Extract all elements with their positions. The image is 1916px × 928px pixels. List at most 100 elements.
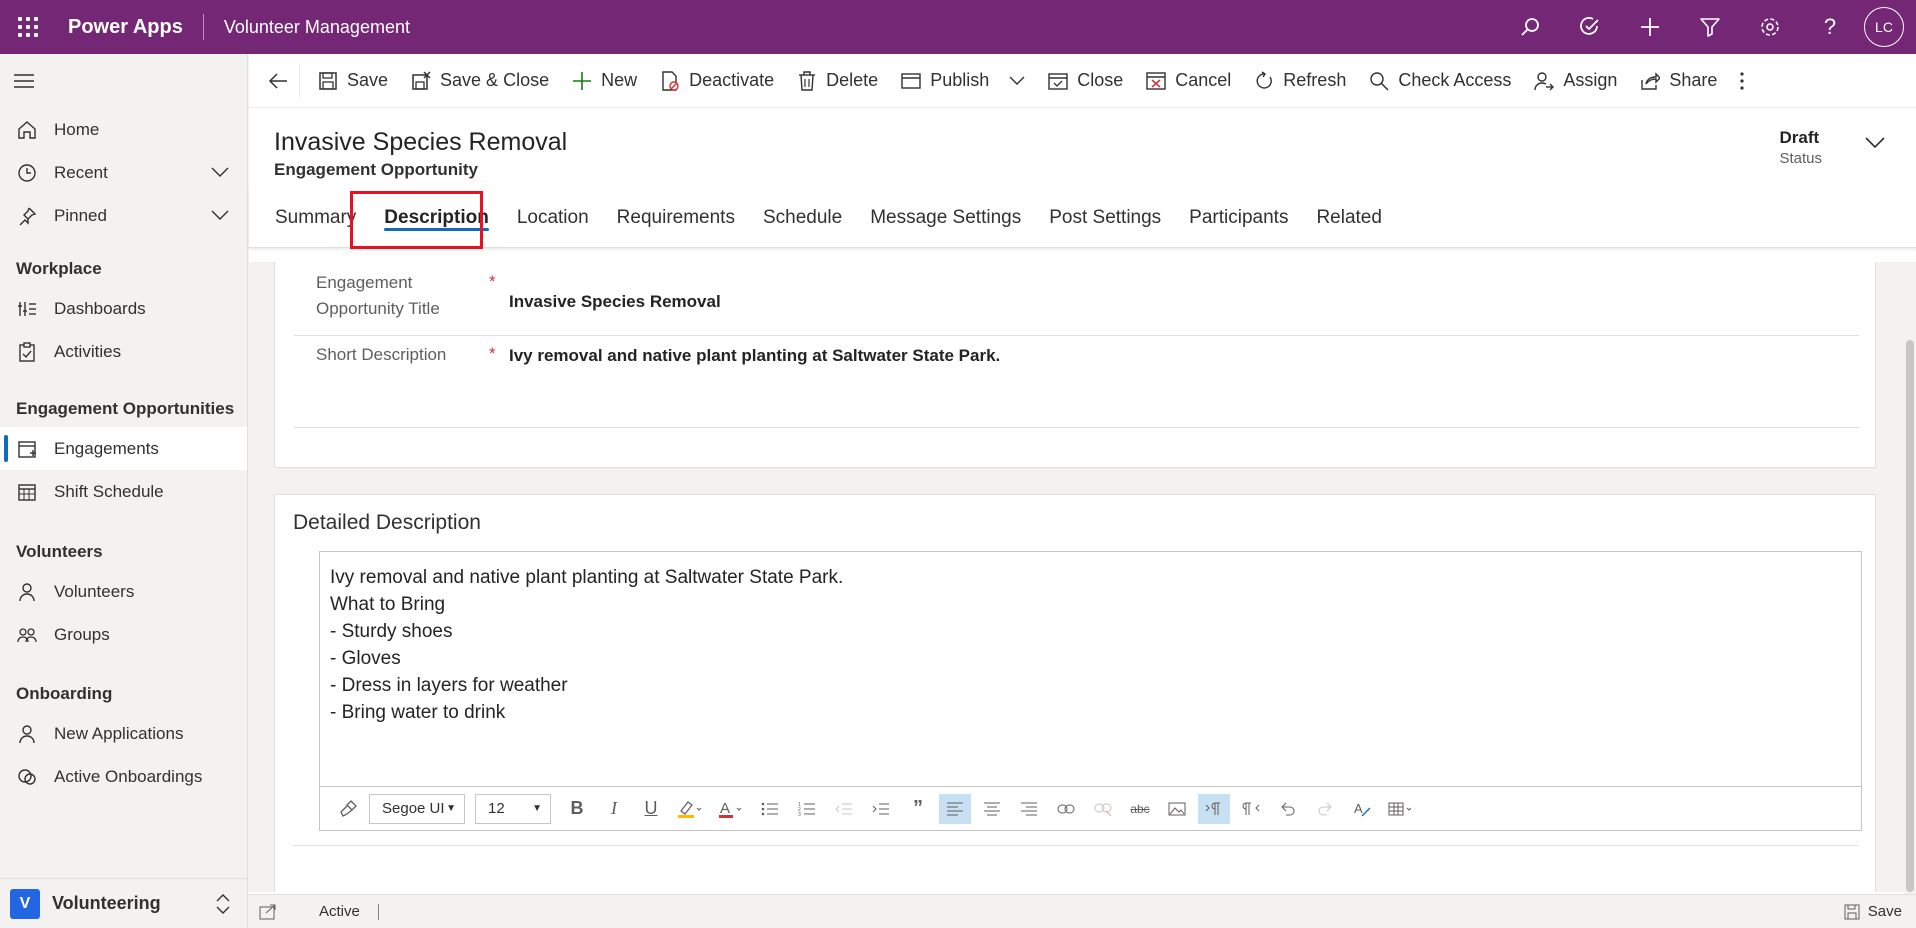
font-color-icon[interactable]: A [713, 794, 749, 824]
italic-icon[interactable]: I [598, 794, 630, 824]
cancel-button[interactable]: Cancel [1134, 54, 1242, 108]
status-value: Draft [1779, 128, 1820, 147]
rich-text-editor[interactable]: Ivy removal and native plant planting at… [319, 551, 1862, 831]
table-icon[interactable] [1383, 794, 1419, 824]
sidebar-item-active-onboardings[interactable]: Active Onboardings [0, 755, 247, 798]
sidebar-item-home[interactable]: Home [0, 108, 247, 151]
sidebar-item-shift-schedule[interactable]: Shift Schedule [0, 470, 247, 513]
editor-toolbar: Segoe UI ▼ 12 ▼ B I U A 123 ” abc A [320, 786, 1861, 830]
tab-requirements[interactable]: Requirements [617, 188, 735, 248]
back-arrow-icon [267, 70, 289, 92]
app-title[interactable]: Volunteer Management [204, 17, 410, 38]
app-name[interactable]: Power Apps [56, 16, 203, 39]
font-family-select[interactable]: Segoe UI ▼ [369, 793, 465, 824]
tab-schedule[interactable]: Schedule [763, 188, 842, 248]
chevron-down-icon[interactable] [211, 206, 229, 226]
align-right-icon[interactable] [1013, 794, 1045, 824]
numbered-list-icon[interactable]: 123 [791, 794, 823, 824]
editor-body[interactable]: Ivy removal and native plant planting at… [330, 564, 843, 726]
sidebar-item-label: Shift Schedule [54, 481, 164, 501]
sidebar-item-new-applications[interactable]: New Applications [0, 712, 247, 755]
search-icon[interactable] [1500, 0, 1560, 54]
save-button[interactable]: Save [306, 54, 399, 108]
assign-icon [1533, 70, 1555, 92]
chevron-down-icon[interactable] [211, 163, 229, 183]
redo-icon[interactable] [1309, 794, 1341, 824]
increase-indent-icon[interactable] [865, 794, 897, 824]
sidebar-item-label: Recent [54, 162, 108, 182]
bullet-list-icon[interactable] [754, 794, 786, 824]
assistant-icon[interactable] [1560, 0, 1620, 54]
filter-icon[interactable] [1680, 0, 1740, 54]
assign-button[interactable]: Assign [1522, 54, 1628, 108]
sidebar-section-title: Engagement Opportunities [16, 399, 235, 418]
align-left-icon[interactable] [939, 793, 971, 824]
font-size-select[interactable]: 12 ▼ [475, 793, 551, 824]
short-description-value[interactable]: Ivy removal and native plant planting at… [509, 346, 1000, 366]
format-painter-icon[interactable] [332, 794, 364, 824]
strikethrough-icon[interactable]: abc [1124, 794, 1156, 824]
tab-related[interactable]: Related [1316, 188, 1382, 248]
statusbar-save-button[interactable]: Save [1844, 903, 1902, 920]
app-launcher-icon[interactable] [0, 0, 56, 54]
undo-icon[interactable] [1272, 794, 1304, 824]
sidebar-item-recent[interactable]: Recent [0, 151, 247, 194]
more-commands-button[interactable] [1728, 54, 1756, 108]
sidebar-item-engagements[interactable]: Engagements [0, 427, 247, 470]
trash-icon [796, 70, 818, 92]
scrollbar-thumb[interactable] [1906, 340, 1914, 892]
sidebar-item-activities[interactable]: Activities [0, 330, 247, 373]
status-divider [377, 903, 379, 920]
link-icon[interactable] [1050, 794, 1082, 824]
help-icon[interactable]: ? [1800, 0, 1860, 54]
check-access-button[interactable]: Check Access [1357, 54, 1522, 108]
publish-button[interactable]: Publish [889, 54, 1036, 108]
cancel-icon [1145, 70, 1167, 92]
tab-summary[interactable]: Summary [275, 188, 356, 248]
image-icon[interactable] [1161, 794, 1193, 824]
tab-participants[interactable]: Participants [1189, 188, 1288, 248]
settings-icon[interactable] [1740, 0, 1800, 54]
sidebar-item-pinned[interactable]: Pinned [0, 194, 247, 237]
decrease-indent-icon[interactable] [828, 794, 860, 824]
tab-description[interactable]: Description [384, 188, 489, 248]
calendar-icon [16, 438, 38, 460]
chevron-down-icon[interactable] [1009, 76, 1025, 86]
add-icon[interactable] [1620, 0, 1680, 54]
tab-post-settings[interactable]: Post Settings [1049, 188, 1161, 248]
underline-icon[interactable]: U [635, 794, 667, 824]
sidebar-item-dashboards[interactable]: Dashboards [0, 287, 247, 330]
align-center-icon[interactable] [976, 794, 1008, 824]
open-in-new-window-icon[interactable] [259, 904, 279, 920]
delete-button[interactable]: Delete [785, 54, 889, 108]
tab-message-settings[interactable]: Message Settings [870, 188, 1021, 248]
rtl-direction-icon[interactable] [1235, 794, 1267, 824]
ltr-direction-icon[interactable] [1198, 793, 1230, 824]
area-switcher[interactable]: V Volunteering [0, 878, 247, 928]
sidebar-item-volunteers[interactable]: Volunteers [0, 570, 247, 613]
blockquote-icon[interactable]: ” [902, 794, 934, 824]
save-close-button[interactable]: Save & Close [399, 54, 560, 108]
section-title: Detailed Description [293, 511, 481, 534]
clear-format-icon[interactable]: A [1346, 794, 1378, 824]
new-button[interactable]: New [560, 54, 648, 108]
form-scrollbar[interactable] [1904, 322, 1916, 928]
tab-location[interactable]: Location [517, 188, 589, 248]
back-button[interactable] [259, 62, 300, 99]
add-icon [571, 70, 593, 92]
user-avatar[interactable]: LC [1864, 7, 1904, 47]
chevron-down-icon[interactable] [1864, 136, 1886, 155]
unlink-icon[interactable] [1087, 794, 1119, 824]
delete-label: Delete [826, 70, 879, 90]
close-button[interactable]: Close [1036, 54, 1134, 108]
share-button[interactable]: Share [1628, 54, 1728, 108]
check-access-icon [1368, 70, 1390, 92]
share-label: Share [1669, 70, 1718, 90]
bold-icon[interactable]: B [561, 794, 593, 824]
refresh-button[interactable]: Refresh [1242, 54, 1357, 108]
hamburger-menu-icon[interactable] [0, 54, 247, 108]
sidebar-item-groups[interactable]: Groups [0, 613, 247, 656]
highlight-icon[interactable] [672, 794, 708, 824]
deactivate-button[interactable]: Deactivate [648, 54, 785, 108]
title-field-value[interactable]: Invasive Species Removal [509, 292, 721, 312]
